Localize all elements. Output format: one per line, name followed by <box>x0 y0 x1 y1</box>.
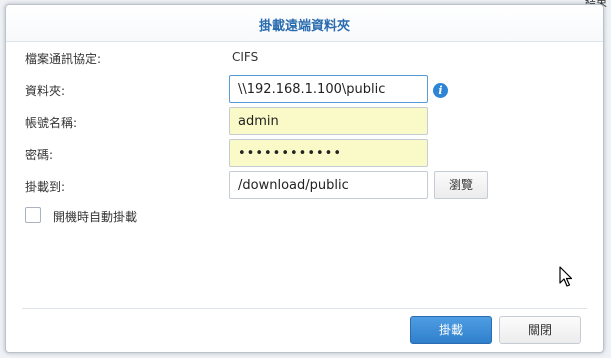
mount-to-label: 掛載到: <box>25 180 66 194</box>
auto-mount-checkbox[interactable] <box>25 207 41 223</box>
browse-button[interactable]: 瀏覽 <box>434 171 488 199</box>
mount-remote-folder-dialog: 掛載遠端資料夾 檔案通訊協定: CIFS 資料夾: i 帳號名稱: 密碼: 掛載… <box>5 4 604 353</box>
protocol-label: 檔案通訊協定: <box>25 52 102 66</box>
password-input[interactable] <box>229 139 428 167</box>
folder-label: 資料夾: <box>25 84 66 98</box>
dialog-title: 掛載遠端資料夾 <box>258 19 350 34</box>
folder-input[interactable] <box>229 75 428 103</box>
info-icon[interactable]: i <box>433 83 448 98</box>
mouse-pointer-icon <box>559 266 573 287</box>
dialog-titlebar[interactable]: 掛載遠端資料夾 <box>6 5 603 42</box>
mount-button[interactable]: 掛載 <box>410 316 492 344</box>
mount-path-input[interactable] <box>229 171 428 199</box>
protocol-value: CIFS <box>232 50 259 64</box>
password-label: 密碼: <box>25 148 54 162</box>
auto-mount-label: 開機時自動掛載 <box>53 210 138 224</box>
footer-divider <box>22 308 587 309</box>
close-button[interactable]: 關閉 <box>499 316 581 344</box>
account-input[interactable] <box>229 107 428 135</box>
account-label: 帳號名稱: <box>25 116 78 130</box>
